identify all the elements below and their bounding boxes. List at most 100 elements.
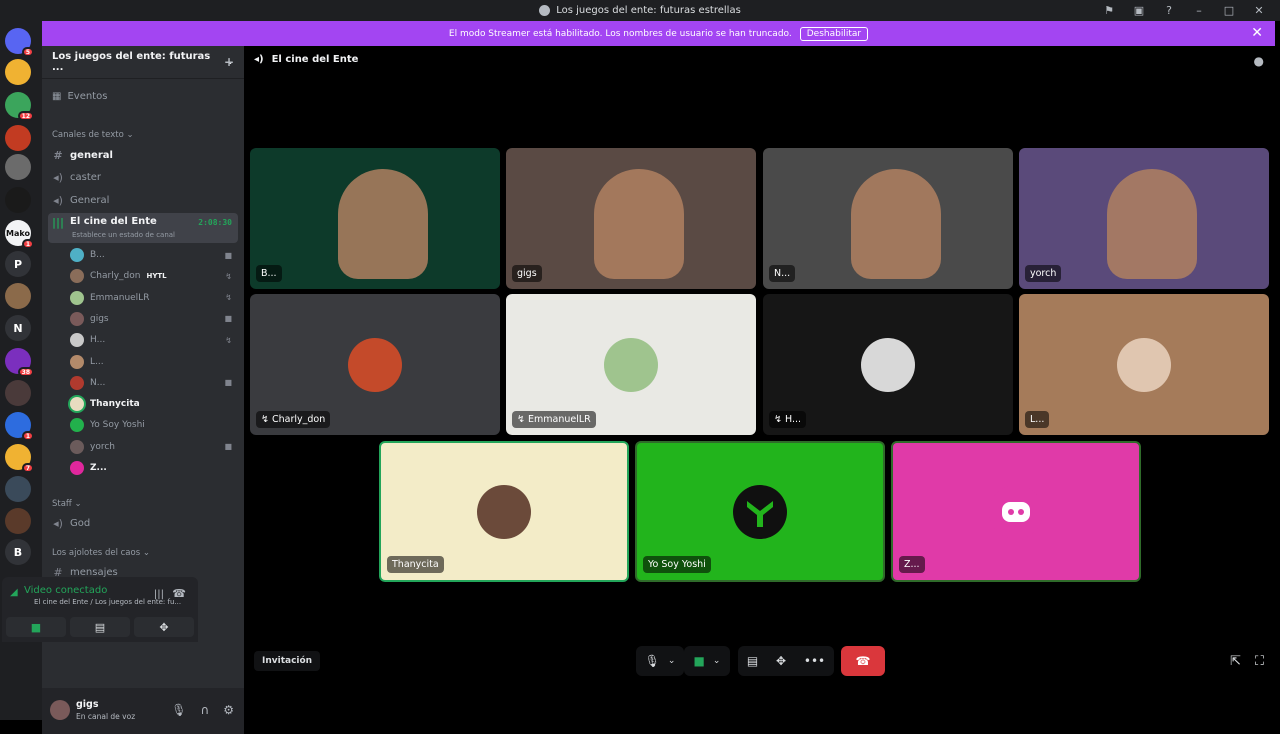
voice-user-3[interactable]: gigs ■: [70, 310, 236, 328]
server-icon[interactable]: P: [5, 251, 31, 277]
participant-tile[interactable]: ↯ Charly_don: [250, 294, 500, 435]
camera-icon[interactable]: ■: [694, 654, 705, 668]
voice-user-0[interactable]: B... ■: [70, 246, 236, 264]
server-icon[interactable]: N: [5, 315, 31, 341]
activities-icon[interactable]: ✥: [776, 654, 786, 668]
participant-tile[interactable]: B...: [250, 148, 500, 289]
category-ajolotes[interactable]: Los ajolotes del caos ⌄: [52, 548, 150, 558]
server-icon[interactable]: [5, 476, 31, 502]
channel-General-voice[interactable]: ◂) General: [48, 190, 238, 210]
channel-status-prompt[interactable]: Establece un estado de canal: [72, 231, 175, 239]
disconnect-icon[interactable]: ☎: [172, 587, 186, 600]
participant-tile[interactable]: ↯ EmmanuelLR: [506, 294, 756, 435]
events-item[interactable]: ▦ Eventos: [52, 91, 107, 102]
mention-badge: 5: [21, 47, 34, 57]
hang-up-icon[interactable]: ☎: [856, 654, 871, 668]
screen-share-icon[interactable]: ▤: [747, 654, 758, 668]
participant-name-text: EmmanuelLR: [527, 414, 591, 425]
voice-user-name: H...: [90, 335, 106, 346]
signal-icon[interactable]: ◢: [10, 587, 18, 598]
voice-user-8[interactable]: Yo Soy Yoshi: [70, 416, 236, 434]
chevron-down-icon[interactable]: ⌄: [713, 656, 721, 666]
avatar: [733, 484, 787, 539]
screen-share-button[interactable]: ▤: [70, 617, 130, 637]
close-window-button[interactable]: ✕: [1244, 0, 1274, 21]
camera-control[interactable]: ■ ⌄: [684, 646, 730, 676]
camera-button[interactable]: ■: [6, 617, 66, 637]
participant-tile[interactable]: yorch: [1019, 148, 1269, 289]
user-name[interactable]: gigs: [76, 699, 99, 710]
microphone-control[interactable]: 🎙︎ ⌄: [636, 646, 684, 676]
server-icon[interactable]: 1: [5, 412, 34, 441]
server-icon[interactable]: 7: [5, 444, 34, 473]
disable-streamer-button[interactable]: Deshabilitar: [799, 26, 869, 41]
close-banner-icon[interactable]: ✕: [1251, 25, 1263, 41]
help-icon[interactable]: ?: [1154, 0, 1184, 21]
participant-tile[interactable]: Yo Soy Yoshi: [635, 441, 885, 582]
disconnect-button[interactable]: ☎: [841, 646, 885, 676]
noise-suppression-icon[interactable]: |||: [154, 589, 164, 600]
participant-tile[interactable]: ↯ H...: [763, 294, 1013, 435]
server-header[interactable]: Los juegos del ente: futuras ... ⌄ +: [42, 46, 244, 79]
voice-user-7[interactable]: Thanycita: [70, 395, 236, 413]
server-icon[interactable]: B: [5, 539, 31, 565]
participant-name-text: H...: [784, 414, 802, 425]
server-icon[interactable]: [5, 187, 31, 213]
server-icon[interactable]: 38: [5, 348, 34, 377]
maximize-button[interactable]: □: [1214, 0, 1244, 21]
inbox-icon[interactable]: ▣: [1124, 0, 1154, 21]
flag-icon[interactable]: ⚑: [1094, 0, 1124, 21]
channel-general[interactable]: # general: [48, 145, 238, 165]
participant-tile[interactable]: L...: [1019, 294, 1269, 435]
connection-status[interactable]: Video conectado: [24, 585, 107, 596]
popout-icon[interactable]: ⇱: [1230, 654, 1241, 669]
server-icon[interactable]: [5, 508, 31, 534]
channel-cine-del-ente[interactable]: ||| El cine del Ente 2:08:30 Establece u…: [48, 213, 238, 243]
voice-user-4[interactable]: H... ↯: [70, 331, 236, 349]
server-icon[interactable]: [5, 125, 31, 151]
voice-user-1[interactable]: Charly_don HYTL ↯: [70, 267, 236, 285]
headphones-icon[interactable]: ∩: [200, 703, 209, 717]
server-icon[interactable]: [5, 154, 31, 180]
voice-user-name: L...: [90, 356, 104, 367]
invite-people-icon[interactable]: +: [224, 55, 234, 69]
voice-user-2[interactable]: EmmanuelLR ↯: [70, 289, 236, 307]
server-icon[interactable]: 5: [5, 28, 34, 57]
avatar: [70, 311, 84, 326]
category-staff[interactable]: Staff ⌄: [52, 499, 82, 509]
video-feed: [1106, 169, 1197, 280]
server-icon[interactable]: Mako 1: [5, 220, 34, 249]
participant-name-text: gigs: [517, 268, 537, 279]
banner-text: El modo Streamer está habilitado. Los no…: [448, 28, 792, 39]
microphone-icon[interactable]: 🎙︎: [645, 654, 660, 668]
server-icon[interactable]: [5, 380, 31, 406]
channel-caster[interactable]: ◂) caster: [48, 167, 238, 187]
voice-user-5[interactable]: L...: [70, 353, 236, 371]
participant-tile[interactable]: Thanycita: [379, 441, 629, 582]
voice-user-6[interactable]: N... ■: [70, 374, 236, 392]
microphone-icon[interactable]: 🎙︎: [171, 703, 186, 717]
minimize-button[interactable]: –: [1184, 0, 1214, 21]
participant-tile[interactable]: N...: [763, 148, 1013, 289]
voice-user-10[interactable]: Z...: [70, 459, 236, 477]
server-icon[interactable]: [5, 59, 31, 85]
invite-button[interactable]: Invitación: [254, 651, 321, 671]
participant-name: N...: [769, 265, 796, 282]
server-icon[interactable]: [5, 283, 31, 309]
participant-tile[interactable]: Z...: [891, 441, 1141, 582]
muted-icon: ↯: [225, 335, 232, 345]
category-text-channels[interactable]: Canales de texto ⌄: [52, 130, 134, 140]
server-icon[interactable]: 12: [5, 92, 34, 121]
channel-god[interactable]: ◂) God: [48, 513, 238, 533]
activities-button[interactable]: ✥: [134, 617, 194, 637]
avatar: [348, 337, 402, 392]
avatar[interactable]: [50, 700, 70, 720]
fullscreen-icon[interactable]: ⛶: [1255, 654, 1264, 669]
more-options-icon[interactable]: •••: [804, 654, 825, 668]
gear-icon[interactable]: ⚙: [223, 703, 234, 717]
chevron-down-icon[interactable]: ⌄: [668, 656, 676, 666]
camera-icon: ■: [224, 314, 232, 324]
participant-tile[interactable]: gigs: [506, 148, 756, 289]
chat-bubble-icon[interactable]: ●: [1254, 54, 1264, 68]
voice-user-9[interactable]: yorch ■: [70, 438, 236, 456]
